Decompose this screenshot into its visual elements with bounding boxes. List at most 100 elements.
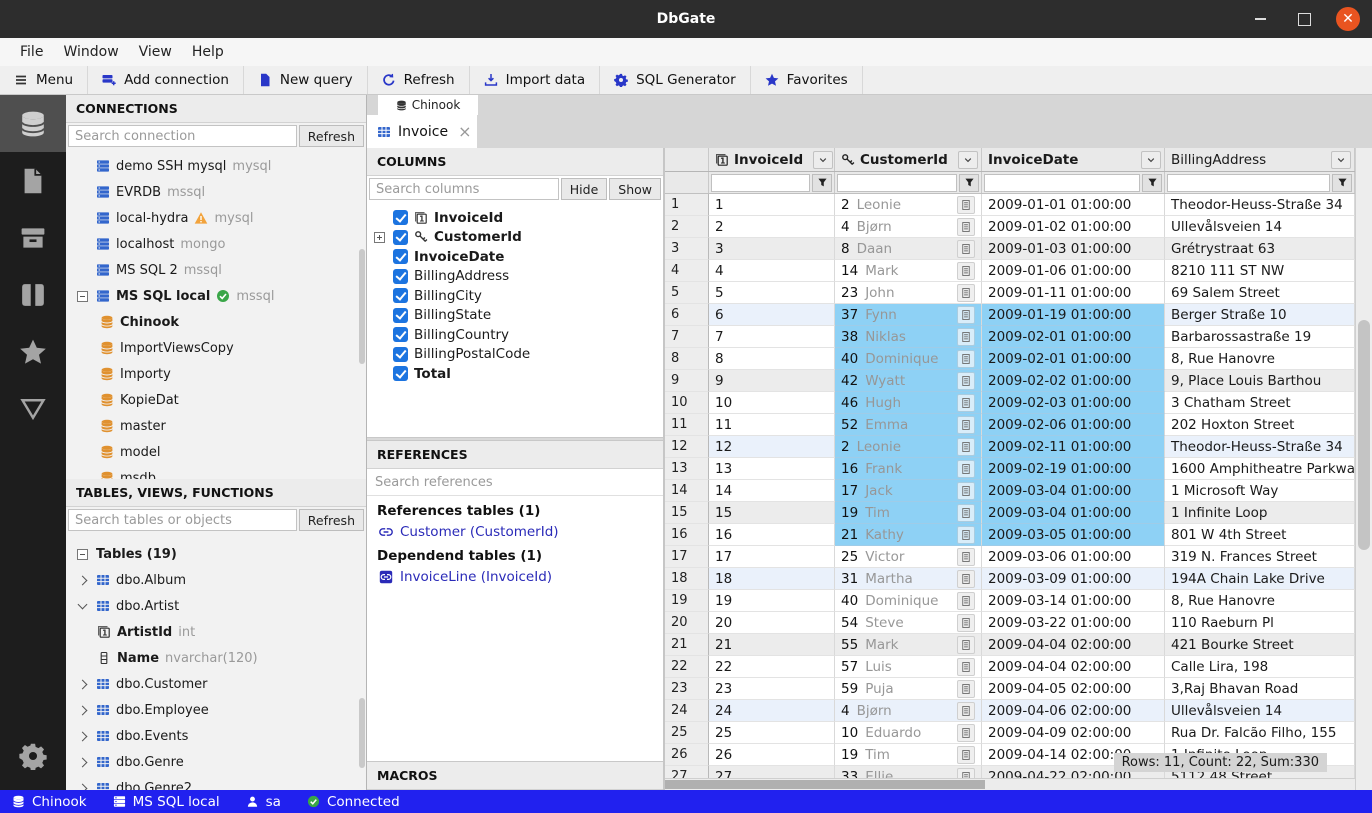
row-number[interactable]: 9 (665, 370, 709, 392)
toolbar-sql-generator-button[interactable]: SQL Generator (600, 66, 751, 94)
cell-customerid[interactable]: 14Mark (835, 260, 982, 282)
menu-window[interactable]: Window (53, 41, 128, 63)
open-detail-icon[interactable] (957, 416, 975, 434)
checkbox[interactable] (393, 327, 408, 342)
cell-invoiceid[interactable]: 8 (709, 348, 835, 370)
cell-invoicedate[interactable]: 2009-01-19 01:00:00 (982, 304, 1165, 326)
row-number[interactable]: 5 (665, 282, 709, 304)
checkbox[interactable] (393, 230, 408, 245)
table-item-dbo-customer[interactable]: dbo.Customer (66, 671, 366, 697)
status-ms-sql-local[interactable]: MS SQL local (113, 794, 220, 810)
cell-invoiceid[interactable]: 3 (709, 238, 835, 260)
cell-billingaddress[interactable]: 421 Bourke Street (1165, 634, 1355, 656)
open-detail-icon[interactable] (957, 284, 975, 302)
cell-customerid[interactable]: 19Tim (835, 744, 982, 766)
cell-invoiceid[interactable]: 12 (709, 436, 835, 458)
column-header-customerid[interactable]: CustomerId (835, 148, 982, 171)
table-item-dbo-album[interactable]: dbo.Album (66, 567, 366, 593)
cell-invoiceid[interactable]: 9 (709, 370, 835, 392)
column-header-billingaddress[interactable]: BillingAddress (1165, 148, 1355, 171)
activity-favorites[interactable] (0, 323, 66, 380)
tables-search-input[interactable] (68, 509, 297, 531)
connection-item-ms-sql-2[interactable]: MS SQL 2mssql (66, 257, 366, 283)
table-item-dbo-genre2[interactable]: dbo.Genre2 (66, 775, 366, 790)
column-checkbox-row-billingpostalcode[interactable]: BillingPostalCode (367, 345, 663, 365)
column-menu-button[interactable] (1331, 151, 1351, 169)
cell-billingaddress[interactable]: 1 Infinite Loop (1165, 502, 1355, 524)
tables-scrollbar[interactable] (359, 698, 365, 768)
cell-invoiceid[interactable]: 24 (709, 700, 835, 722)
row-number[interactable]: 26 (665, 744, 709, 766)
tab-group-chinook[interactable]: Chinook (378, 95, 478, 115)
cell-billingaddress[interactable]: 1600 Amphitheatre Parkway (1165, 458, 1355, 480)
cell-invoiceid[interactable]: 19 (709, 590, 835, 612)
row-number[interactable]: 21 (665, 634, 709, 656)
row-number[interactable]: 19 (665, 590, 709, 612)
cell-invoiceid[interactable]: 11 (709, 414, 835, 436)
cell-billingaddress[interactable]: 1 Microsoft Way (1165, 480, 1355, 502)
cell-invoiceid[interactable]: 7 (709, 326, 835, 348)
cell-invoiceid[interactable]: 1 (709, 194, 835, 216)
reference-link-customer-customerid-[interactable]: Customer (CustomerId) (367, 521, 663, 543)
vertical-scrollbar[interactable] (1355, 148, 1372, 790)
references-search-input[interactable] (369, 471, 661, 493)
checkbox[interactable] (393, 366, 408, 381)
cell-customerid[interactable]: 40Dominique (835, 348, 982, 370)
cell-customerid[interactable]: 38Niklas (835, 326, 982, 348)
activity-files[interactable] (0, 152, 66, 209)
cell-customerid[interactable]: 2Leonie (835, 194, 982, 216)
column-checkbox-row-billingcountry[interactable]: BillingCountry (367, 325, 663, 345)
cell-invoiceid[interactable]: 13 (709, 458, 835, 480)
column-checkbox-row-invoicedate[interactable]: InvoiceDate (367, 247, 663, 267)
row-number[interactable]: 11 (665, 414, 709, 436)
cell-customerid[interactable]: 42Wyatt (835, 370, 982, 392)
activity-connections[interactable] (0, 95, 66, 152)
connection-item-localhost[interactable]: localhostmongo (66, 231, 366, 257)
cell-billingaddress[interactable]: Theodor-Heuss-Straße 34 (1165, 194, 1355, 216)
cell-billingaddress[interactable]: Berger Straße 10 (1165, 304, 1355, 326)
database-item-kopiedat[interactable]: KopieDat (66, 387, 366, 413)
open-detail-icon[interactable] (957, 548, 975, 566)
cell-invoiceid[interactable]: 25 (709, 722, 835, 744)
chevron-right-icon[interactable] (75, 707, 90, 714)
open-detail-icon[interactable] (957, 614, 975, 632)
chevron-right-icon[interactable] (75, 681, 90, 688)
cell-customerid[interactable]: 54Steve (835, 612, 982, 634)
table-item-dbo-events[interactable]: dbo.Events (66, 723, 366, 749)
cell-billingaddress[interactable]: Theodor-Heuss-Straße 34 (1165, 436, 1355, 458)
cell-billingaddress[interactable]: 110 Raeburn Pl (1165, 612, 1355, 634)
cell-billingaddress[interactable]: Grétrystraat 63 (1165, 238, 1355, 260)
cell-customerid[interactable]: 57Luis (835, 656, 982, 678)
cell-billingaddress[interactable]: Ullevålsveien 14 (1165, 700, 1355, 722)
cell-invoicedate[interactable]: 2009-01-01 01:00:00 (982, 194, 1165, 216)
table-item-dbo-genre[interactable]: dbo.Genre (66, 749, 366, 775)
cell-invoiceid[interactable]: 10 (709, 392, 835, 414)
cell-customerid[interactable]: 17Jack (835, 480, 982, 502)
row-number[interactable]: 6 (665, 304, 709, 326)
connections-scrollbar[interactable] (359, 249, 365, 364)
filter-funnel-icon[interactable] (959, 174, 979, 192)
columns-search-input[interactable] (369, 178, 559, 200)
cell-billingaddress[interactable]: 3 Chatham Street (1165, 392, 1355, 414)
cell-invoicedate[interactable]: 2009-02-01 01:00:00 (982, 326, 1165, 348)
cell-customerid[interactable]: 55Mark (835, 634, 982, 656)
filter-input-invoicedate[interactable] (984, 174, 1140, 192)
open-detail-icon[interactable] (957, 394, 975, 412)
open-detail-icon[interactable] (957, 680, 975, 698)
column-checkbox-row-invoiceid[interactable]: 1InvoiceId (367, 208, 663, 228)
show-button[interactable]: Show (609, 178, 661, 200)
activity-archive[interactable] (0, 209, 66, 266)
cell-billingaddress[interactable]: 801 W 4th Street (1165, 524, 1355, 546)
filter-input-customerid[interactable] (837, 174, 957, 192)
open-detail-icon[interactable] (957, 196, 975, 214)
cell-invoiceid[interactable]: 26 (709, 744, 835, 766)
open-detail-icon[interactable] (957, 328, 975, 346)
cell-customerid[interactable]: 25Victor (835, 546, 982, 568)
toolbar-refresh-button[interactable]: Refresh (368, 66, 470, 94)
hide-button[interactable]: Hide (561, 178, 608, 200)
cell-invoicedate[interactable]: 2009-03-14 01:00:00 (982, 590, 1165, 612)
cell-invoiceid[interactable]: 14 (709, 480, 835, 502)
open-detail-icon[interactable] (957, 746, 975, 764)
close-button[interactable]: ✕ (1336, 7, 1360, 31)
checkbox[interactable] (393, 210, 408, 225)
